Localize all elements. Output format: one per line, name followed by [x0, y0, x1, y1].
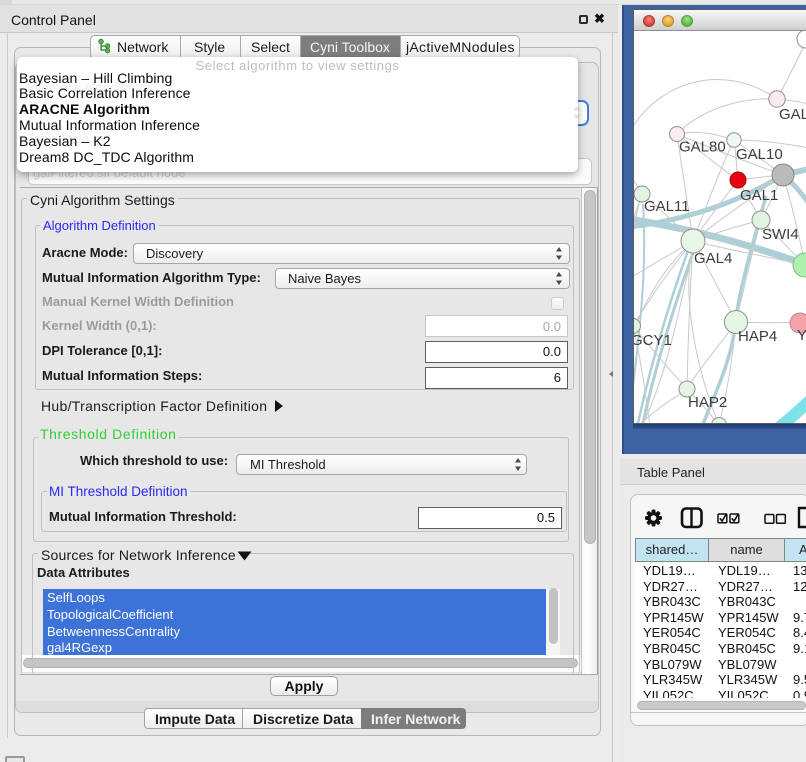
svg-text:GCY1: GCY1: [634, 332, 672, 349]
svg-text:HAP2: HAP2: [688, 394, 727, 411]
svg-text:GAL2: GAL2: [779, 106, 806, 123]
svg-text:GAL4: GAL4: [694, 250, 732, 267]
svg-text:GAL11: GAL11: [644, 198, 690, 215]
svg-text:SWI4: SWI4: [762, 226, 799, 243]
svg-text:GAL1: GAL1: [740, 187, 778, 204]
svg-text:Y: Y: [797, 327, 806, 344]
svg-text:GAL80: GAL80: [679, 139, 726, 156]
svg-text:GAL10: GAL10: [736, 146, 783, 163]
svg-text:HAP4: HAP4: [738, 328, 777, 345]
